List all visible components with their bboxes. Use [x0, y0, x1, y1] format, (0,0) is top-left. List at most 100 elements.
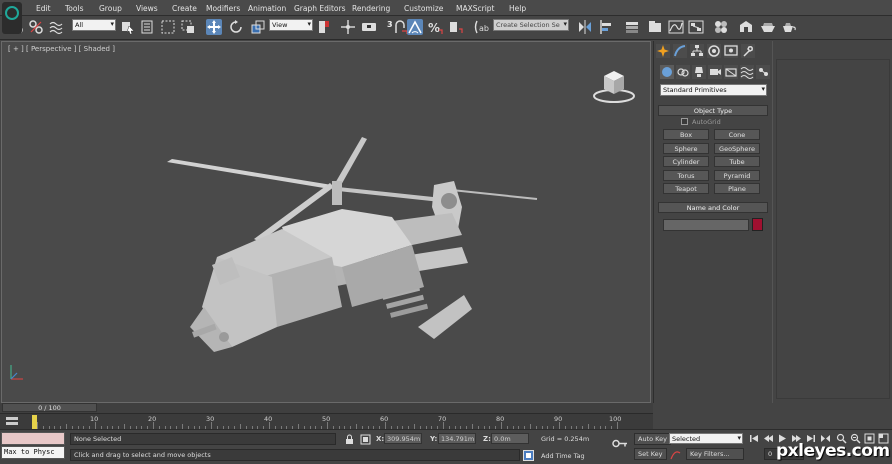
torus-button[interactable]: Torus: [663, 170, 709, 181]
menu-edit[interactable]: Edit: [36, 4, 51, 13]
menu-create[interactable]: Create: [172, 4, 197, 13]
pyramid-button[interactable]: Pyramid: [714, 170, 760, 181]
rectangular-selection-icon[interactable]: [160, 19, 176, 35]
time-tag-icon[interactable]: [523, 450, 534, 461]
key-filters-button[interactable]: Key Filters...: [686, 448, 744, 460]
shapes-category-icon[interactable]: [676, 65, 690, 79]
schematic-view-icon[interactable]: [688, 19, 704, 35]
helpers-category-icon[interactable]: [724, 65, 738, 79]
select-object-icon[interactable]: [120, 19, 136, 35]
menu-modifiers[interactable]: Modifiers: [206, 4, 240, 13]
mirror-icon[interactable]: [577, 19, 593, 35]
svg-text:abc: abc: [479, 24, 489, 33]
display-tab-icon[interactable]: [724, 44, 738, 58]
object-type-rollout-header[interactable]: Object Type: [658, 105, 768, 116]
cone-button[interactable]: Cone: [714, 129, 760, 140]
maxscript-listener-input[interactable]: Max to Physc: [1, 446, 65, 459]
auto-key-button[interactable]: Auto Key: [634, 433, 671, 445]
menu-rendering[interactable]: Rendering: [352, 4, 390, 13]
rendered-frame-window-icon[interactable]: [760, 19, 776, 35]
key-tangent-icon[interactable]: [670, 449, 681, 460]
box-button[interactable]: Box: [663, 129, 709, 140]
create-tab-icon[interactable]: [656, 44, 670, 58]
previous-frame-icon[interactable]: [763, 433, 774, 444]
z-coordinate-field[interactable]: 0.0m: [491, 433, 529, 444]
named-selection-set-dropdown[interactable]: Create Selection Se: [493, 19, 569, 31]
menu-help[interactable]: Help: [509, 4, 526, 13]
percent-snap-icon[interactable]: %: [427, 19, 443, 35]
space-warps-category-icon[interactable]: [740, 65, 754, 79]
svg-text:%: %: [428, 21, 440, 35]
material-editor-icon[interactable]: [713, 19, 729, 35]
mini-curve-editor-icon[interactable]: [6, 416, 18, 427]
y-coordinate-field[interactable]: 134.791m: [438, 433, 476, 444]
layer-manager-icon[interactable]: [624, 19, 640, 35]
menu-graph-editors[interactable]: Graph Editors: [294, 4, 346, 13]
primitive-category-dropdown[interactable]: Standard Primitives: [660, 84, 767, 96]
object-color-swatch[interactable]: [752, 218, 763, 231]
time-slider-thumb[interactable]: 0 / 100: [2, 403, 97, 412]
maxscript-listener-output[interactable]: [1, 432, 65, 445]
menu-group[interactable]: Group: [99, 4, 122, 13]
time-slider[interactable]: 0 / 100: [0, 403, 653, 413]
go-to-start-icon[interactable]: [749, 433, 760, 444]
spinner-snap-icon[interactable]: [448, 19, 464, 35]
graphite-ribbon-icon[interactable]: [647, 19, 663, 35]
selection-filter-dropdown[interactable]: All: [72, 19, 116, 31]
plane-button[interactable]: Plane: [714, 183, 760, 194]
cameras-category-icon[interactable]: [708, 65, 722, 79]
object-name-input[interactable]: [663, 219, 749, 231]
menu-maxscript[interactable]: MAXScript: [456, 4, 495, 13]
render-production-icon[interactable]: [781, 19, 797, 35]
absolute-mode-icon[interactable]: [360, 434, 371, 445]
edit-named-selection-icon[interactable]: abc: [473, 19, 489, 35]
viewcube-icon[interactable]: [592, 64, 636, 104]
perspective-viewport[interactable]: [ + ] [ Perspective ] [ Shaded ]: [1, 41, 651, 403]
modify-tab-icon[interactable]: [673, 44, 687, 58]
menu-views[interactable]: Views: [136, 4, 158, 13]
geometry-category-icon[interactable]: [660, 65, 674, 79]
teapot-button[interactable]: Teapot: [663, 183, 709, 194]
helicopter-model[interactable]: [162, 117, 542, 357]
bind-to-space-warp-icon[interactable]: [48, 19, 64, 35]
use-pivot-center-icon[interactable]: [316, 19, 332, 35]
angle-snap-icon[interactable]: [407, 19, 423, 35]
reference-coordinate-dropdown[interactable]: View: [269, 19, 313, 31]
align-icon[interactable]: [598, 19, 614, 35]
cylinder-button[interactable]: Cylinder: [663, 156, 709, 167]
motion-tab-icon[interactable]: [707, 44, 721, 58]
render-setup-icon[interactable]: [738, 19, 754, 35]
hierarchy-tab-icon[interactable]: [690, 44, 704, 58]
tube-button[interactable]: Tube: [714, 156, 760, 167]
menu-animation[interactable]: Animation: [248, 4, 286, 13]
curve-editor-icon[interactable]: [668, 19, 684, 35]
menu-customize[interactable]: Customize: [404, 4, 443, 13]
select-and-scale-icon[interactable]: [250, 19, 266, 35]
systems-category-icon[interactable]: [756, 65, 770, 79]
name-and-color-rollout-header[interactable]: Name and Color: [658, 202, 768, 213]
menu-tools[interactable]: Tools: [65, 4, 83, 13]
sphere-button[interactable]: Sphere: [663, 143, 709, 154]
app-logo-icon[interactable]: [2, 2, 22, 34]
x-coordinate-field[interactable]: 309.954m: [384, 433, 422, 444]
snap-toggle-label[interactable]: 3: [387, 20, 393, 29]
geosphere-button[interactable]: GeoSphere: [714, 143, 760, 154]
select-and-move-icon[interactable]: [206, 19, 222, 35]
window-crossing-icon[interactable]: [180, 19, 196, 35]
set-key-button[interactable]: Set Key: [634, 448, 667, 460]
set-key-key-icon[interactable]: [612, 438, 628, 449]
tick-label: 40: [264, 415, 273, 423]
unlink-selection-icon[interactable]: [28, 19, 44, 35]
lights-category-icon[interactable]: [692, 65, 706, 79]
lock-selection-icon[interactable]: [344, 434, 355, 445]
utilities-tab-icon[interactable]: [741, 44, 755, 58]
viewport-label[interactable]: [ + ] [ Perspective ] [ Shaded ]: [8, 45, 115, 53]
keyboard-shortcut-override-icon[interactable]: [361, 19, 377, 35]
autogrid-checkbox[interactable]: [681, 118, 688, 125]
select-by-name-icon[interactable]: [140, 19, 156, 35]
key-set-dropdown[interactable]: Selected: [669, 433, 743, 444]
add-time-tag-button[interactable]: Add Time Tag: [541, 452, 585, 460]
select-and-manipulate-icon[interactable]: [340, 19, 356, 35]
select-and-rotate-icon[interactable]: [228, 19, 244, 35]
track-bar[interactable]: 10 20 30 40 50 60 70 80 90 100: [0, 413, 653, 429]
